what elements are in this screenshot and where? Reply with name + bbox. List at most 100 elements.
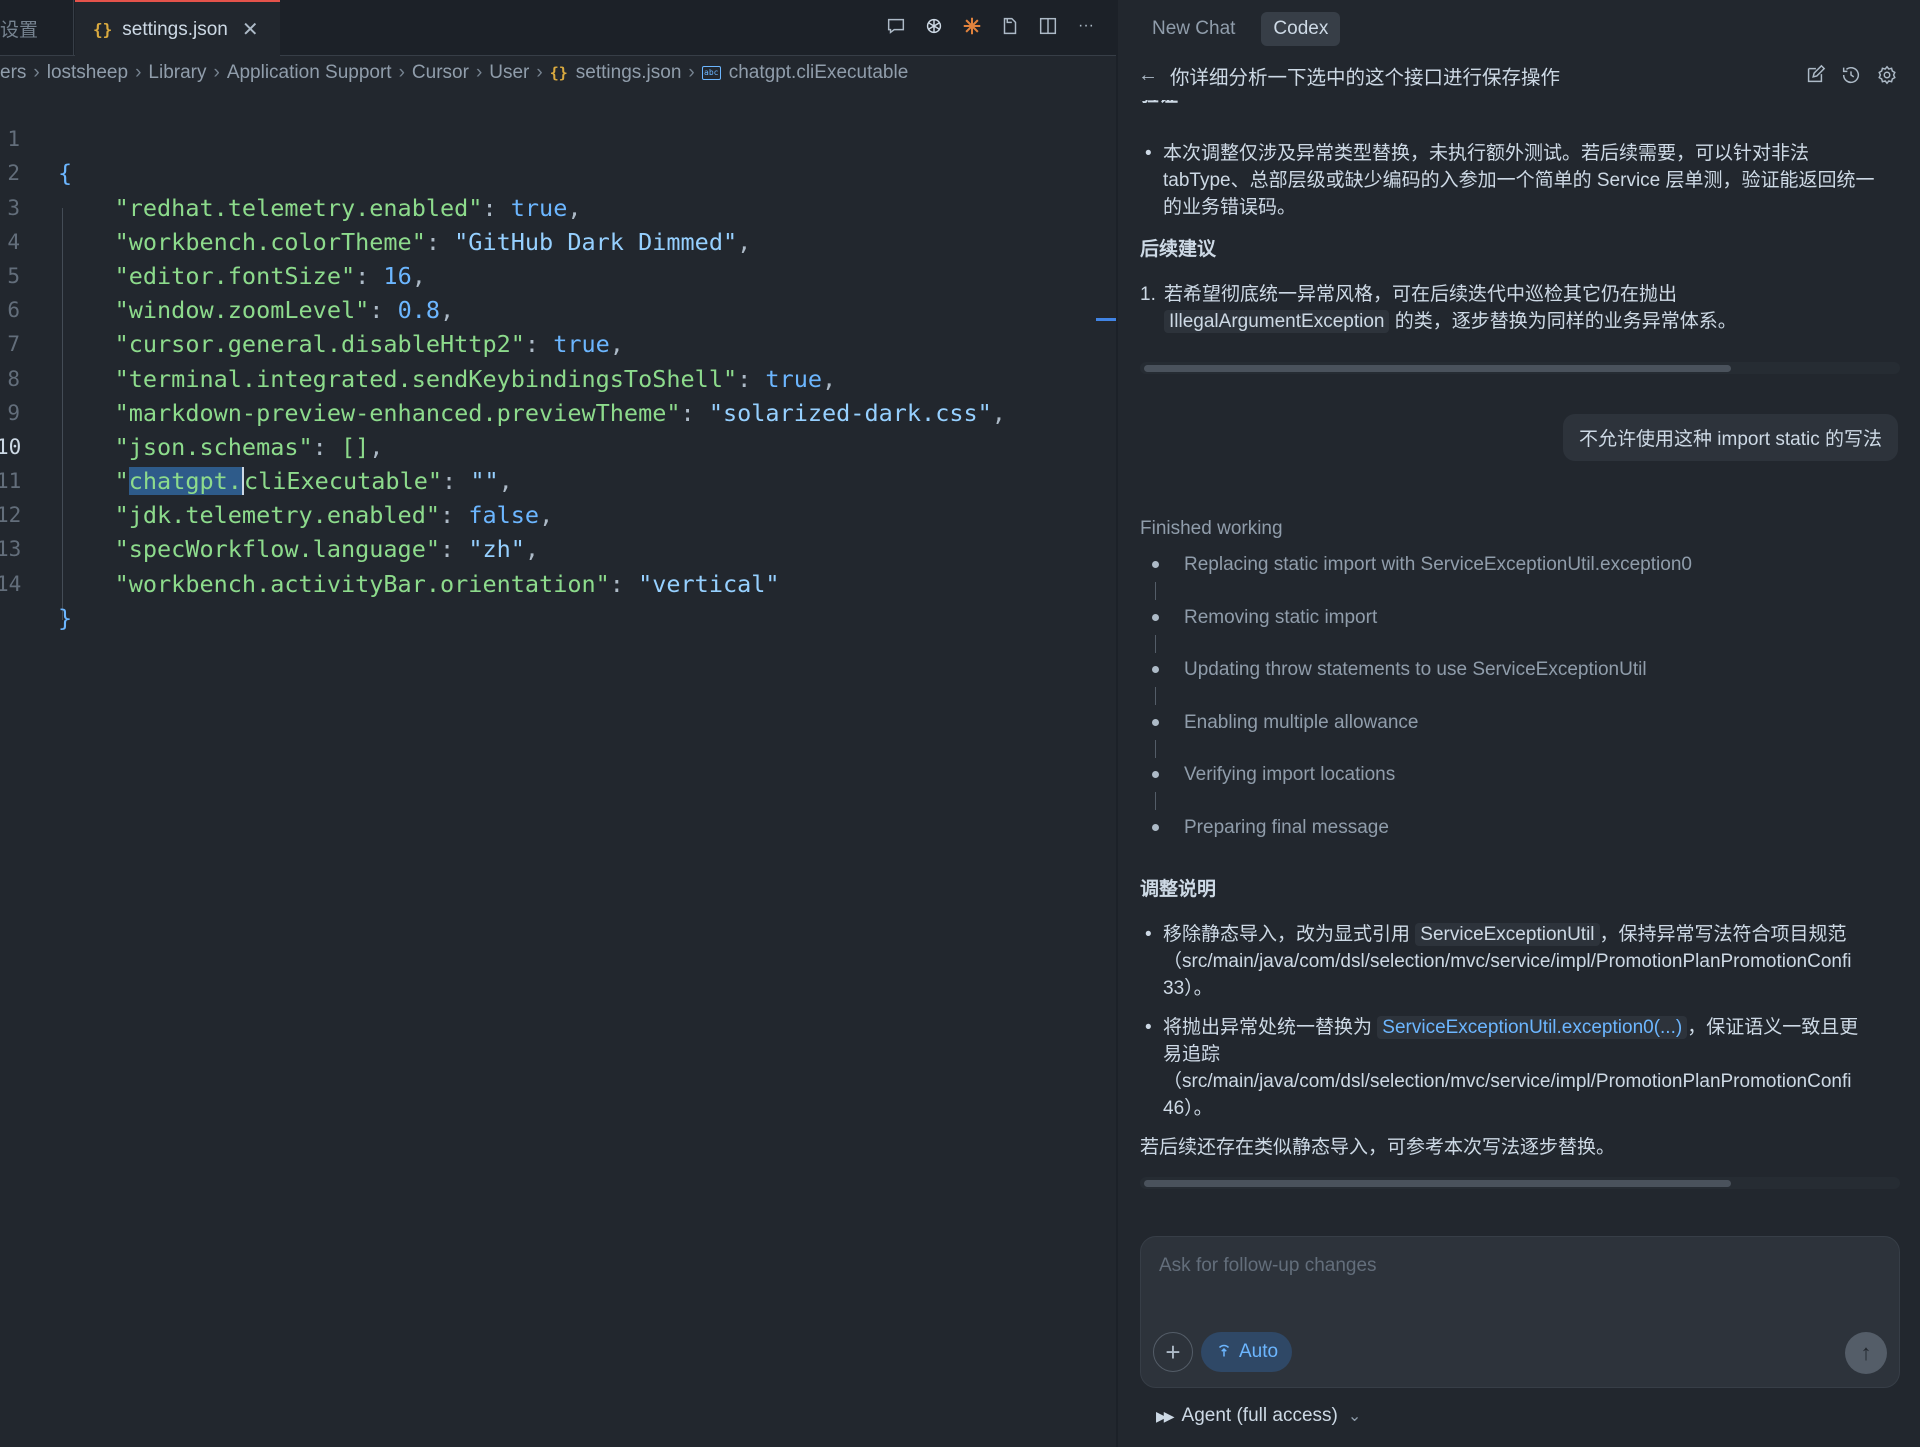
breadcrumb-item[interactable]: settings.json xyxy=(576,62,682,84)
step-dot-icon xyxy=(1152,718,1159,726)
openai-icon[interactable] xyxy=(922,14,946,38)
breadcrumb-item[interactable]: chatgpt.cliExecutable xyxy=(729,62,909,84)
step-item: Removing static import xyxy=(1140,601,1900,654)
step-label: Preparing final message xyxy=(1184,816,1389,838)
section-heading: 调整说明 xyxy=(1140,879,1217,900)
panel-tab-bar: New Chat Codex xyxy=(1140,12,1341,46)
code-line: 11 "jdk.telemetry.enabled": false, xyxy=(0,430,1100,529)
code-link[interactable]: ServiceExceptionUtil.exception0(...) xyxy=(1377,1016,1688,1039)
gear-icon[interactable] xyxy=(1876,64,1898,86)
tab-codex[interactable]: Codex xyxy=(1261,12,1341,46)
open-changes-icon[interactable] xyxy=(998,14,1022,38)
tab-new-chat[interactable]: New Chat xyxy=(1140,12,1247,46)
tab-settings-ui[interactable]: 设置 xyxy=(0,0,74,56)
code-text: "workbench.activityBar.orientation": "ve… xyxy=(114,569,780,598)
claude-icon[interactable] xyxy=(960,14,984,38)
step-item: Enabling multiple allowance xyxy=(1140,706,1900,759)
thread-actions xyxy=(1804,64,1898,86)
scrollbar-thumb[interactable] xyxy=(1144,365,1731,372)
code-line: 3 "workbench.colorTheme": "GitHub Dark D… xyxy=(0,156,1100,256)
code-line: 1 { xyxy=(0,88,1100,187)
step-label: Replacing static import with ServiceExce… xyxy=(1184,554,1692,575)
chevron-right-icon: › xyxy=(33,62,40,83)
code-line: 14 } xyxy=(0,532,1100,632)
code-line: 9 "json.schemas": [], xyxy=(0,362,1100,461)
add-context-button[interactable]: + xyxy=(1153,1332,1193,1372)
step-label: Updating throw statements to use Service… xyxy=(1184,659,1647,681)
section-heading-clipped: 验证 xyxy=(1140,100,1180,108)
code-line: 12 "specWorkflow.language": "zh", xyxy=(0,464,1100,563)
chevron-right-icon: › xyxy=(213,62,220,83)
inline-code: IllegalArgumentException xyxy=(1164,310,1390,333)
step-list: Replacing static import with ServiceExce… xyxy=(1140,548,1900,864)
chevron-right-icon: › xyxy=(536,62,543,83)
step-dot-icon xyxy=(1152,666,1159,674)
breadcrumb-item[interactable]: Application Support xyxy=(227,62,392,84)
scrollbar-position-marker xyxy=(1096,318,1116,321)
code-line: 8 "markdown-preview-enhanced.previewThem… xyxy=(0,327,1100,427)
json-value: "vertical" xyxy=(638,569,780,598)
code-line: 2 "redhat.telemetry.enabled": true, xyxy=(0,122,1100,221)
follow-up-input[interactable]: Ask for follow-up changes xyxy=(1159,1255,1377,1277)
breadcrumb-item[interactable]: lostsheep xyxy=(47,62,128,84)
code-line: 13 "workbench.activityBar.orientation": … xyxy=(0,498,1100,597)
horizontal-scrollbar[interactable] xyxy=(1140,362,1900,374)
file-path: （src/main/java/com/dsl/selection/mvc/ser… xyxy=(1163,951,1852,972)
close-icon[interactable]: ✕ xyxy=(242,17,259,42)
breadcrumb-item[interactable]: Cursor xyxy=(412,62,469,84)
step-label: Verifying import locations xyxy=(1184,764,1396,786)
agent-mode-selector[interactable]: ▶▶ Agent (full access) ⌄ xyxy=(1156,1405,1361,1427)
chevron-right-icon: › xyxy=(475,62,483,83)
breadcrumb-item[interactable]: Library xyxy=(148,62,206,84)
code-editor[interactable]: 1 { 2 "redhat.telemetry.enabled": true, … xyxy=(0,88,1100,632)
chevron-right-icon: › xyxy=(398,62,405,83)
agent-mode-label: Agent (full access) xyxy=(1181,1405,1338,1426)
inline-code: ServiceExceptionUtil xyxy=(1415,923,1600,946)
finished-working-label[interactable]: Finished working xyxy=(1140,518,1283,540)
list-item: 移除静态导入，改为显式引用 ServiceExceptionUtil，保持异常写… xyxy=(1140,921,1910,1002)
tab-settings-json[interactable]: {} settings.json ✕ xyxy=(75,0,280,57)
step-item: Preparing final message xyxy=(1140,811,1900,864)
thread-title: 你详细分析一下选中的这个接口进行保存操作 xyxy=(1170,66,1561,89)
editor-toolbar: ··· xyxy=(884,14,1098,38)
breadcrumb-item[interactable]: ers xyxy=(0,62,26,84)
composer: Ask for follow-up changes + Auto ↑ xyxy=(1140,1236,1900,1388)
json-file-icon: {} xyxy=(549,64,568,82)
split-editor-icon[interactable] xyxy=(1036,14,1060,38)
breadcrumb: ers › lostsheep › Library › Application … xyxy=(0,56,1116,90)
step-label: Removing static import xyxy=(1184,606,1378,628)
step-dot-icon xyxy=(1152,613,1159,621)
step-dot-icon xyxy=(1152,561,1159,568)
section-heading: 后续建议 xyxy=(1140,239,1217,260)
code-line: 5 "window.zoomLevel": 0.8, xyxy=(0,225,1100,324)
history-icon[interactable] xyxy=(1840,64,1862,86)
code-line: 6 "cursor.general.disableHttp2": true, xyxy=(0,259,1100,358)
step-dot-icon xyxy=(1152,823,1159,831)
auto-mode-icon xyxy=(1218,1344,1230,1357)
code-line: 7 "terminal.integrated.sendKeybindingsTo… xyxy=(0,293,1100,392)
back-arrow-icon[interactable]: ← xyxy=(1138,64,1158,87)
json-key: "workbench.activityBar.orientation" xyxy=(114,569,610,598)
edit-icon[interactable] xyxy=(1804,64,1826,86)
send-button[interactable]: ↑ xyxy=(1845,1332,1887,1374)
scrollbar-thumb[interactable] xyxy=(1144,1180,1731,1187)
closing-text: 若后续还存在类似静态导入，可参考本次写法逐步替换。 xyxy=(1140,1137,1616,1158)
auto-mode-button[interactable]: Auto xyxy=(1201,1332,1293,1372)
chevron-down-icon: ⌄ xyxy=(1347,1408,1362,1425)
fast-forward-icon: ▶▶ xyxy=(1156,1407,1174,1424)
adjust-section: 调整说明 移除静态导入，改为显式引用 ServiceExceptionUtil，… xyxy=(1140,876,1910,1161)
chevron-right-icon: › xyxy=(688,62,695,83)
step-item: Verifying import locations xyxy=(1140,758,1900,811)
chat-icon[interactable] xyxy=(884,14,908,38)
code-line: 4 "editor.fontSize": 16, xyxy=(0,191,1100,290)
more-icon[interactable]: ··· xyxy=(1074,14,1098,38)
editor-tab-bar: 设置 {} settings.json ✕ ··· xyxy=(0,0,1116,57)
chat-panel: New Chat Codex ← 你详细分析一下选中的这个接口进行保存操作 验证… xyxy=(1116,0,1920,1447)
chevron-right-icon: › xyxy=(135,62,142,83)
breadcrumb-item[interactable]: User xyxy=(489,62,529,84)
auto-label: Auto xyxy=(1239,1341,1279,1362)
step-item: Updating throw statements to use Service… xyxy=(1140,653,1900,706)
horizontal-scrollbar[interactable] xyxy=(1140,1177,1900,1189)
tab-label: 设置 xyxy=(0,19,39,41)
line-number: 14 xyxy=(0,571,22,596)
